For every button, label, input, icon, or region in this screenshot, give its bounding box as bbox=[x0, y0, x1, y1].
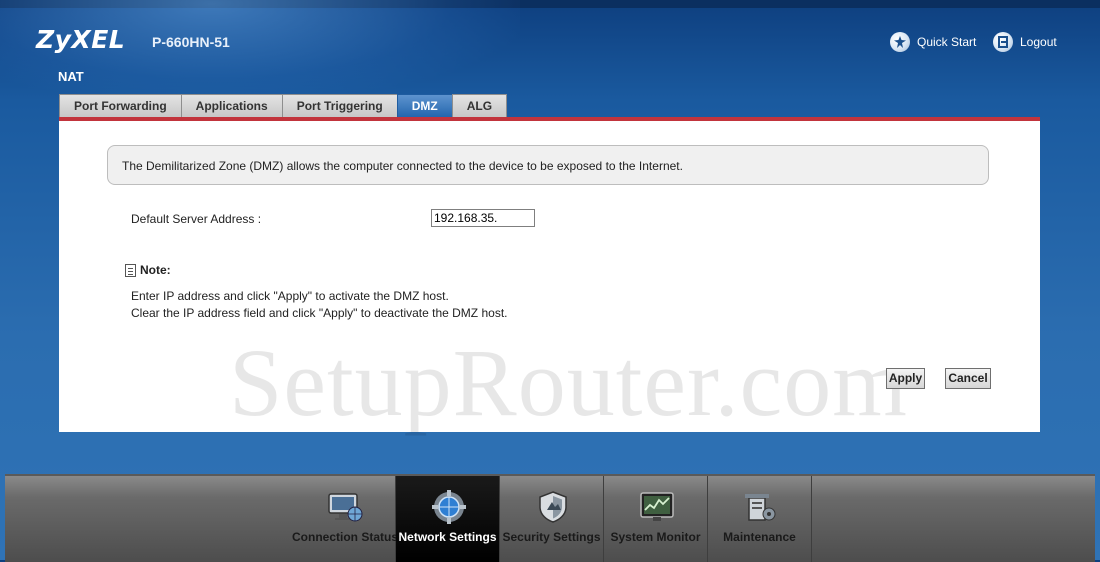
nav-network-settings[interactable]: Network Settings bbox=[396, 476, 500, 562]
dmz-description: The Demilitarized Zone (DMZ) allows the … bbox=[107, 145, 989, 185]
tab-dmz[interactable]: DMZ bbox=[396, 94, 453, 117]
note-heading: Note: bbox=[125, 263, 171, 277]
nav-label-security-settings: Security Settings bbox=[502, 530, 601, 544]
nav-connection-status[interactable]: Connection Status bbox=[292, 476, 399, 562]
quick-start-link[interactable]: Quick Start bbox=[890, 32, 976, 52]
logout-link[interactable]: Logout bbox=[993, 32, 1057, 52]
zyxel-logo: ZyXEL bbox=[36, 25, 126, 54]
note-title: Note: bbox=[140, 263, 171, 277]
note-line-activate: Enter IP address and click "Apply" to ac… bbox=[131, 289, 449, 303]
default-server-label: Default Server Address : bbox=[131, 212, 262, 226]
quick-start-label: Quick Start bbox=[917, 35, 977, 49]
tab-alg[interactable]: ALG bbox=[451, 94, 508, 117]
bottom-nav: Connection Status Network Settings Secur… bbox=[5, 474, 1095, 562]
note-icon bbox=[125, 263, 136, 277]
nav-label-network-settings: Network Settings bbox=[398, 530, 497, 544]
note-line-deactivate: Clear the IP address field and click "Ap… bbox=[131, 306, 508, 320]
apply-button[interactable]: Apply bbox=[886, 368, 925, 389]
cancel-button[interactable]: Cancel bbox=[945, 368, 991, 389]
monitor-globe-icon bbox=[327, 490, 363, 524]
tools-icon bbox=[743, 490, 779, 524]
nav-label-system-monitor: System Monitor bbox=[610, 530, 701, 544]
quick-start-icon bbox=[890, 32, 910, 52]
dmz-panel: The Demilitarized Zone (DMZ) allows the … bbox=[59, 117, 1040, 436]
nav-system-monitor[interactable]: System Monitor bbox=[604, 476, 708, 562]
page-title: NAT bbox=[58, 69, 84, 84]
chart-monitor-icon bbox=[639, 490, 675, 524]
tab-bar: Port Forwarding Applications Port Trigge… bbox=[59, 94, 508, 117]
globe-gear-icon bbox=[431, 490, 467, 524]
nav-label-connection-status: Connection Status bbox=[292, 530, 399, 544]
nav-maintenance[interactable]: Maintenance bbox=[708, 476, 812, 562]
tab-applications[interactable]: Applications bbox=[180, 94, 283, 117]
default-server-input[interactable] bbox=[431, 209, 535, 227]
shield-icon bbox=[535, 490, 571, 524]
logout-label: Logout bbox=[1020, 35, 1057, 49]
nav-security-settings[interactable]: Security Settings bbox=[500, 476, 604, 562]
watermark: SetupRouter.com bbox=[229, 329, 908, 436]
nav-label-maintenance: Maintenance bbox=[723, 530, 796, 544]
tab-port-triggering[interactable]: Port Triggering bbox=[281, 94, 398, 117]
logout-icon bbox=[993, 32, 1013, 52]
model-name: P-660HN-51 bbox=[152, 34, 230, 50]
top-edge bbox=[0, 0, 1100, 8]
tab-port-forwarding[interactable]: Port Forwarding bbox=[59, 94, 182, 117]
